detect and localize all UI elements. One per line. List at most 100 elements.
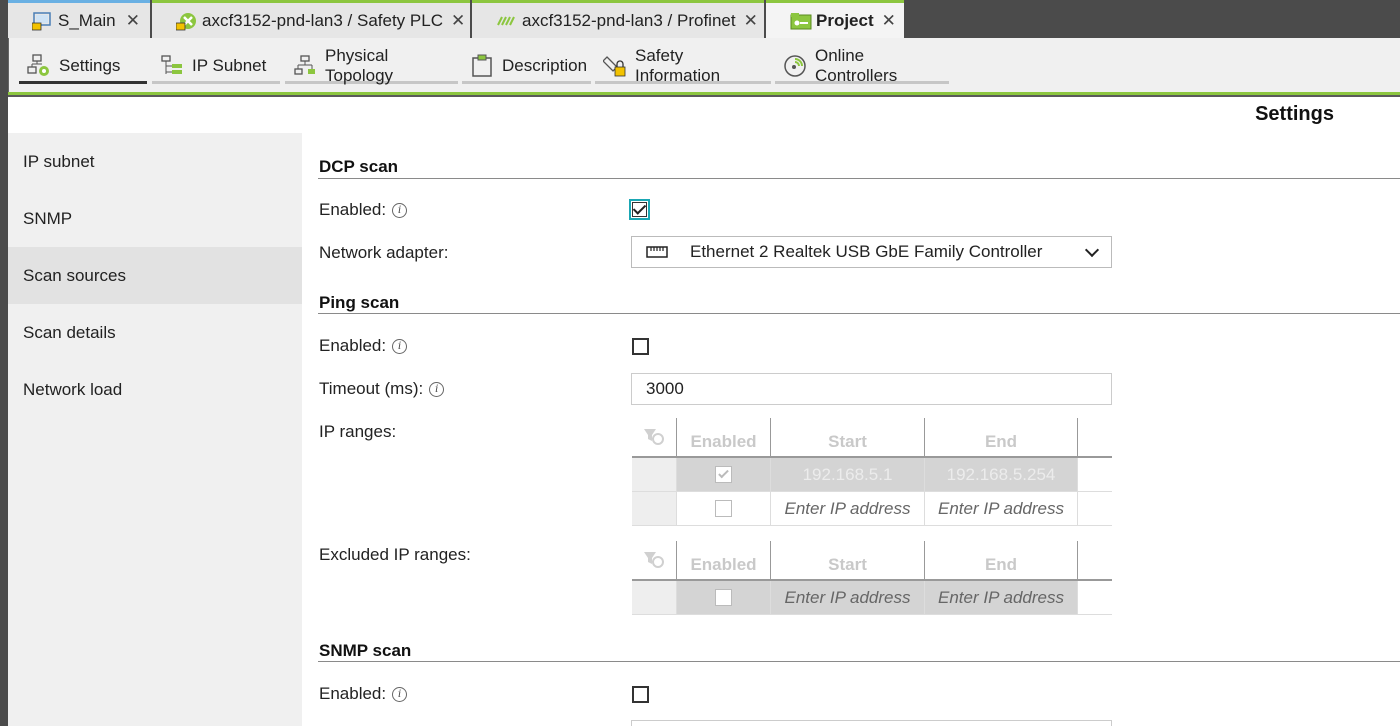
- tab-settings[interactable]: Settings: [19, 50, 147, 84]
- safety-plc-icon: [175, 11, 196, 31]
- row-enabled-checkbox[interactable]: [715, 589, 732, 606]
- project-icon: [790, 11, 812, 31]
- sidenav-item-ip-subnet[interactable]: IP subnet: [8, 133, 302, 190]
- checkmark-icon: [718, 467, 729, 479]
- sidenav-item-scan-details[interactable]: Scan details: [8, 304, 302, 361]
- dcp-enabled-label: Enabled: i: [319, 200, 408, 220]
- tab-online-controllers[interactable]: Online Controllers: [775, 46, 949, 85]
- table-row[interactable]: Enter IP address Enter IP address: [632, 581, 1112, 615]
- network-adapter-label: Network adapter:: [319, 243, 449, 262]
- page-title: Settings: [1255, 103, 1334, 125]
- reset-icon[interactable]: [632, 541, 676, 579]
- sidenav-item-snmp[interactable]: SNMP: [8, 190, 302, 247]
- settings-network-icon: [27, 53, 51, 78]
- info-icon[interactable]: i: [392, 202, 408, 218]
- workstation-icon: [31, 11, 52, 31]
- row-enabled-cell[interactable]: [676, 581, 770, 614]
- close-icon[interactable]: ✕: [451, 11, 465, 31]
- table-row[interactable]: Enter IP address Enter IP address: [632, 492, 1112, 526]
- timeout-label: Timeout (ms): i: [319, 379, 445, 399]
- close-icon[interactable]: ✕: [882, 11, 896, 31]
- divider: [8, 95, 1400, 97]
- row-start-cell[interactable]: 192.168.5.1: [770, 458, 924, 491]
- snmp-scan-title: SNMP scan: [319, 641, 412, 660]
- checkmark-icon: [632, 201, 647, 215]
- row-handle[interactable]: [632, 492, 676, 525]
- topology-icon: [293, 54, 317, 78]
- online-controllers-icon: [783, 54, 807, 78]
- doc-tab-profinet[interactable]: axcf3152-pnd-lan3 / Profinet ✕: [472, 0, 764, 38]
- settings-sidenav: IP subnet SNMP Scan sources Scan details…: [8, 133, 302, 726]
- sidenav-item-scan-sources[interactable]: Scan sources: [8, 247, 302, 304]
- snmp-enabled-label: Enabled: i: [319, 684, 408, 704]
- row-enabled-checkbox[interactable]: [715, 500, 732, 517]
- label-text: Enabled:: [319, 336, 387, 355]
- tab-label: Physical Topology: [325, 45, 394, 85]
- section-divider: [318, 661, 1400, 662]
- chevron-down-icon: [1084, 242, 1100, 257]
- column-header-start[interactable]: Start: [770, 418, 924, 456]
- close-icon[interactable]: ✕: [126, 11, 140, 31]
- ping-enabled-label: Enabled: i: [319, 336, 408, 356]
- ip-ranges-label: IP ranges:: [319, 422, 397, 441]
- tab-label: IP Subnet: [192, 55, 267, 75]
- label-text: Enabled:: [319, 684, 387, 703]
- profinet-icon: [496, 11, 516, 31]
- row-handle[interactable]: [632, 581, 676, 614]
- safety-lock-icon: [602, 54, 627, 78]
- grid-header: Enabled Start End: [632, 541, 1112, 581]
- network-adapter-select[interactable]: Ethernet 2 Realtek USB GbE Family Contro…: [631, 236, 1112, 268]
- column-header-enabled[interactable]: Enabled: [676, 541, 770, 579]
- window-edge: [0, 38, 8, 726]
- column-header-end[interactable]: End: [924, 541, 1078, 579]
- timeout-input[interactable]: 3000: [631, 373, 1112, 405]
- excluded-ranges-grid: Enabled Start End Enter IP address Enter…: [632, 541, 1112, 615]
- row-start-cell[interactable]: Enter IP address: [770, 581, 924, 614]
- row-end-cell[interactable]: Enter IP address: [924, 581, 1078, 614]
- tab-label: Safety Information: [635, 45, 721, 85]
- snmp-enabled-checkbox[interactable]: [632, 686, 649, 703]
- section-divider: [318, 178, 1400, 179]
- row-enabled-checkbox[interactable]: [715, 466, 732, 483]
- doc-tab-label: axcf3152-pnd-lan3 / Profinet: [522, 10, 736, 30]
- table-row[interactable]: 192.168.5.1 192.168.5.254: [632, 458, 1112, 492]
- sidenav-item-network-load[interactable]: Network load: [8, 361, 302, 418]
- row-handle[interactable]: [632, 458, 676, 491]
- network-adapter-value: Ethernet 2 Realtek USB GbE Family Contro…: [690, 242, 1043, 261]
- dcp-scan-title: DCP scan: [319, 157, 399, 176]
- doc-tab-label: axcf3152-pnd-lan3 / Safety PLC: [202, 10, 443, 30]
- info-icon[interactable]: i: [429, 381, 445, 397]
- column-header-end[interactable]: End: [924, 418, 1078, 456]
- tab-label: Online Controllers: [815, 45, 898, 85]
- tab-safety-information[interactable]: Safety Information: [595, 46, 771, 85]
- column-header-enabled[interactable]: Enabled: [676, 418, 770, 456]
- ping-enabled-checkbox[interactable]: [632, 338, 649, 355]
- row-enabled-cell[interactable]: [676, 492, 770, 525]
- editor-tab-bar: Settings IP Subnet Physical Topology Des…: [8, 38, 1400, 94]
- label-text: Enabled:: [319, 200, 387, 219]
- section-divider: [318, 313, 1400, 314]
- excluded-ranges-label: Excluded IP ranges:: [319, 545, 471, 564]
- tab-label: Description: [502, 55, 588, 75]
- doc-tab-project[interactable]: Project ✕: [766, 0, 904, 38]
- doc-tab-safety-plc[interactable]: axcf3152-pnd-lan3 / Safety PLC ✕: [152, 0, 470, 38]
- clipboard-icon: [470, 54, 494, 78]
- reset-icon[interactable]: [632, 418, 676, 456]
- tab-description[interactable]: Description: [462, 50, 591, 84]
- tab-physical-topology[interactable]: Physical Topology: [285, 46, 458, 85]
- info-icon[interactable]: i: [392, 686, 408, 702]
- doc-tab-label: S_Main: [58, 10, 116, 30]
- ip-ranges-grid: Enabled Start End 192.168.5.1 192.168.5.…: [632, 418, 1112, 526]
- row-enabled-cell[interactable]: [676, 458, 770, 491]
- ip-subnet-icon: [160, 54, 184, 78]
- row-end-cell[interactable]: Enter IP address: [924, 492, 1078, 525]
- snmp-next-input[interactable]: [631, 720, 1112, 726]
- column-header-start[interactable]: Start: [770, 541, 924, 579]
- info-icon[interactable]: i: [392, 338, 408, 354]
- doc-tab-s-main[interactable]: S_Main ✕: [8, 0, 150, 38]
- dcp-enabled-checkbox[interactable]: [629, 199, 650, 220]
- row-end-cell[interactable]: 192.168.5.254: [924, 458, 1078, 491]
- tab-ip-subnet[interactable]: IP Subnet: [152, 50, 280, 84]
- close-icon[interactable]: ✕: [744, 11, 758, 31]
- row-start-cell[interactable]: Enter IP address: [770, 492, 924, 525]
